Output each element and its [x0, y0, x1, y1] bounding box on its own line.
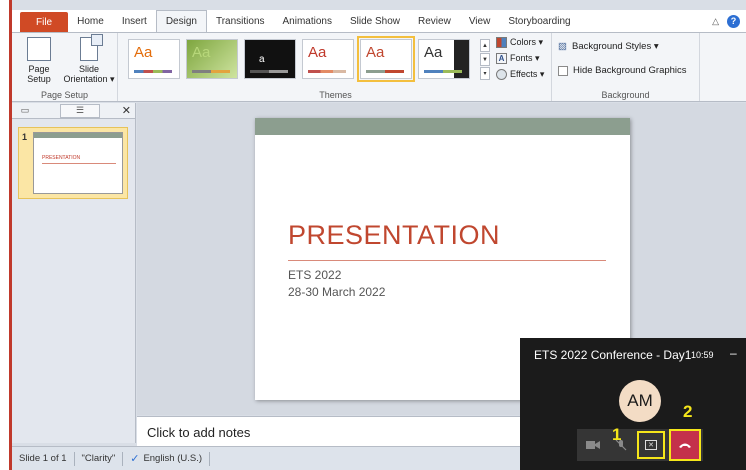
- slides-pane-tabs: ▭ ☰ ✕: [12, 103, 135, 119]
- themes-scroll-down-icon[interactable]: ▼: [480, 53, 490, 66]
- thumbnail-title: PRESENTATION: [42, 155, 81, 161]
- call-controls: ✕: [577, 429, 703, 461]
- background-styles-button[interactable]: ▧ Background Styles ▾: [558, 41, 659, 52]
- title-underline: [288, 260, 606, 261]
- checkbox-icon: [558, 65, 568, 76]
- notes-placeholder: Click to add notes: [147, 425, 251, 440]
- ribbon-design-panel: Page Setup Slide Orientation ▾ Page Setu…: [12, 32, 746, 102]
- slide-thumbnail-1[interactable]: 1 PRESENTATION: [18, 127, 128, 199]
- fonts-button[interactable]: A Fonts ▾: [496, 53, 540, 64]
- page-setup-label: Page Setup: [27, 64, 51, 84]
- hide-background-graphics-checkbox[interactable]: Hide Background Graphics: [558, 65, 687, 76]
- colors-icon: [496, 37, 507, 48]
- theme-office[interactable]: Aa: [128, 39, 180, 79]
- annotation-marker-1: 1: [612, 425, 622, 444]
- slide-orientation-icon: [80, 34, 103, 61]
- avatar: AM: [619, 380, 661, 422]
- subtitle-line-2: 28-30 March 2022: [288, 285, 386, 299]
- slide-subtitle[interactable]: ETS 2022 28-30 March 2022: [288, 267, 385, 301]
- page-setup-icon: [27, 37, 51, 61]
- slide-orientation-label: Slide Orientation ▾: [63, 64, 115, 84]
- background-styles-icon: ▧: [558, 41, 567, 52]
- slides-pane: ▭ ☰ ✕ 1 PRESENTATION: [12, 103, 136, 443]
- effects-button[interactable]: Effects ▾: [496, 69, 544, 80]
- tab-design[interactable]: Design: [155, 10, 207, 32]
- theme-black[interactable]: a: [244, 39, 296, 79]
- fonts-icon: A: [496, 53, 507, 64]
- slide-orientation-button[interactable]: Slide Orientation ▾: [62, 34, 116, 84]
- subtitle-line-1: ETS 2022: [288, 268, 342, 282]
- page-setup-button[interactable]: Page Setup: [18, 37, 60, 84]
- group-label-page-setup: Page Setup: [40, 90, 89, 100]
- tab-slide-show[interactable]: Slide Show: [341, 10, 409, 32]
- slide-title[interactable]: PRESENTATION: [288, 220, 500, 251]
- call-title: ETS 2022 Conference - Day1: [534, 348, 692, 362]
- outline-tab-icon[interactable]: ☰: [60, 103, 100, 118]
- themes-scroll-up-icon[interactable]: ▲: [480, 39, 490, 52]
- tab-review[interactable]: Review: [409, 10, 460, 32]
- stop-share-button[interactable]: ✕: [637, 431, 665, 459]
- tab-home[interactable]: Home: [68, 10, 113, 32]
- slides-tab-icon[interactable]: ▭: [12, 104, 38, 118]
- tab-insert[interactable]: Insert: [113, 10, 156, 32]
- group-page-setup: Page Setup Slide Orientation ▾ Page Setu…: [12, 33, 118, 101]
- group-label-background: Background: [601, 90, 650, 100]
- tab-file[interactable]: File: [20, 12, 69, 32]
- minimize-ribbon-icon[interactable]: △: [712, 16, 719, 27]
- group-background: ▧ Background Styles ▾ Hide Background Gr…: [552, 33, 700, 101]
- call-window: ETS 2022 Conference - Day1 10:59 – AM ✕: [520, 338, 746, 470]
- theme-red[interactable]: Aa: [302, 39, 354, 79]
- thumbnail-preview: PRESENTATION: [33, 132, 123, 194]
- end-call-button[interactable]: [669, 429, 701, 461]
- theme-green[interactable]: Aa: [186, 39, 238, 79]
- stop-share-icon: ✕: [645, 440, 657, 450]
- annotation-marker-2: 2: [683, 402, 693, 421]
- themes-more-icon[interactable]: ▾: [480, 67, 490, 80]
- status-slide-count: Slide 1 of 1: [12, 451, 75, 466]
- theme-clarity[interactable]: Aa: [357, 36, 415, 82]
- colors-button[interactable]: Colors ▾: [496, 37, 543, 48]
- camera-off-icon[interactable]: [583, 435, 603, 455]
- help-icon[interactable]: ?: [727, 14, 740, 28]
- status-theme[interactable]: "Clarity": [75, 451, 124, 466]
- minimize-call-button[interactable]: –: [730, 346, 737, 360]
- window-left-border: [0, 0, 12, 470]
- spell-check-icon: ✓: [130, 453, 140, 465]
- tab-view[interactable]: View: [460, 10, 500, 32]
- call-time: 10:59: [691, 350, 714, 360]
- slide-number: 1: [22, 132, 28, 142]
- close-pane-icon[interactable]: ✕: [122, 104, 131, 117]
- group-label-themes: Themes: [319, 90, 352, 100]
- ribbon-tab-bar: File Home Insert Design Transitions Anim…: [12, 10, 746, 32]
- tab-animations[interactable]: Animations: [274, 10, 341, 32]
- tab-transitions[interactable]: Transitions: [207, 10, 274, 32]
- theme-mono[interactable]: Aa: [418, 39, 470, 79]
- effects-icon: [496, 69, 507, 80]
- hang-up-icon: [679, 443, 691, 448]
- themes-scroll: ▲ ▼ ▾: [480, 39, 490, 81]
- group-themes: Aa Aa a Aa Aa Aa ▲ ▼ ▾ Colors ▾ A Fonts …: [120, 33, 552, 101]
- status-language[interactable]: ✓ English (U.S.): [123, 451, 211, 466]
- slide-header-band: [255, 118, 630, 135]
- tab-storyboarding[interactable]: Storyboarding: [499, 10, 579, 32]
